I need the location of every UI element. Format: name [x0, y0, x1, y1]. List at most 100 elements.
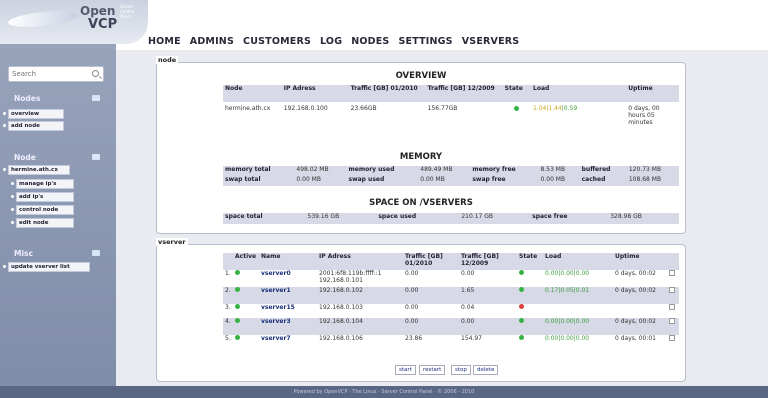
state-green-icon	[519, 335, 524, 340]
mem-value: 489.49 MB	[420, 166, 453, 173]
sidebar-item-overview[interactable]: overview	[8, 109, 64, 119]
search-input[interactable]	[9, 67, 85, 81]
menu-vservers[interactable]: VSERVERS	[462, 36, 520, 47]
col-active: Active	[235, 253, 257, 260]
row-ip: 192.168.0.106	[319, 335, 363, 342]
space-label: space free	[532, 213, 568, 220]
table-row[interactable]: 3. vserver15 192.168.0.103 0.00 0.04	[223, 304, 679, 318]
row-load: 0.00|0.00|0.00	[545, 335, 590, 342]
mem-value: 120.73 MB	[628, 166, 662, 173]
bullet-icon	[11, 182, 14, 185]
checkbox[interactable]	[669, 335, 675, 341]
row-load: 0.00|0.00|0.00	[545, 270, 590, 277]
logo[interactable]: Open VCP Server Control Panel	[0, 0, 148, 44]
col-state: State	[504, 85, 523, 92]
active-green-icon	[235, 318, 240, 323]
vserver-name-link[interactable]: vserver3	[259, 318, 317, 335]
menu-customers[interactable]: CUSTOMERS	[243, 36, 311, 47]
vserver-table: Active Name IP Adress Traffic [GB] 01/20…	[223, 253, 679, 352]
row-traffic-dec: 0.00	[461, 270, 475, 277]
bullet-icon	[3, 168, 6, 171]
sidebar-item-node-name[interactable]: hermine.ath.cx	[8, 165, 70, 175]
menu-nodes[interactable]: NODES	[351, 36, 389, 47]
active-green-icon	[235, 304, 240, 309]
sidebar-item-add-ips[interactable]: add ip's	[16, 192, 74, 202]
footer: Powered by OpenVCP · The Linux · Server …	[0, 386, 768, 398]
table-row[interactable]: 2. vserver1 192.168.0.102 0.00 1.65 0.17…	[223, 287, 679, 304]
memory-table: memory total 498.02 MB memory used 489.4…	[223, 166, 679, 186]
row-traffic-jan: 0.00	[405, 318, 419, 325]
row-index: 1.	[225, 270, 231, 277]
row-checkbox[interactable]	[667, 270, 679, 287]
checkbox[interactable]	[669, 287, 675, 293]
table-row[interactable]: 5. vserver7 192.168.0.106 23.86 154.97 0…	[223, 335, 679, 352]
sidebar-item-add-node[interactable]: add node	[8, 121, 64, 131]
load-a: 1.04	[533, 105, 547, 112]
start-button[interactable]: start	[395, 365, 416, 375]
row-traffic-dec: 0.00	[461, 318, 475, 325]
bullet-icon	[3, 112, 6, 115]
table-row[interactable]: 1. vserver0 2001:6f8:119b:ffff::1 192.16…	[223, 270, 679, 287]
overview-heading: OVERVIEW	[395, 71, 447, 81]
sidebar-item-manage-ips[interactable]: manage ip's	[16, 179, 74, 189]
row-index: 2.	[225, 287, 231, 294]
row-uptime: 0 days, 00:01	[615, 335, 656, 342]
vserver-panel-title: vserver	[156, 238, 188, 246]
bullet-icon	[11, 221, 14, 224]
checkbox[interactable]	[669, 304, 675, 310]
col-ip: IP Adress	[283, 85, 316, 92]
row-checkbox[interactable]	[667, 287, 679, 304]
sidebar-item-control-node[interactable]: control node	[16, 205, 74, 215]
menu-settings[interactable]: SETTINGS	[398, 36, 452, 47]
mem-value: 108.68 MB	[628, 176, 662, 183]
checkbox[interactable]	[669, 270, 675, 276]
col-traffic-dec: Traffic [GB] 12/2009	[461, 253, 499, 267]
row-checkbox[interactable]	[667, 318, 679, 335]
col-name: Name	[261, 253, 281, 260]
row-load	[543, 304, 613, 318]
space-value: 210.17 GB	[461, 213, 494, 220]
overview-table: Node IP Adress Traffic [GB] 01/2010 Traf…	[223, 85, 679, 140]
vserver-name-link[interactable]: vserver0	[259, 270, 317, 287]
active-green-icon	[235, 270, 240, 275]
memory-heading: MEMORY	[399, 152, 443, 162]
row-uptime: 0 days, 00:02	[615, 318, 656, 325]
row-checkbox[interactable]	[667, 304, 679, 318]
node-traffic-dec: 156.77GB	[427, 105, 458, 112]
restart-button[interactable]: restart	[419, 365, 446, 375]
node-load: 1.04|1.44|0.59	[531, 102, 626, 140]
search-box[interactable]	[8, 66, 104, 82]
delete-button[interactable]: delete	[473, 365, 499, 375]
space-heading: SPACE ON /VSERVERS	[369, 198, 473, 208]
node-state	[503, 102, 531, 140]
row-index: 5.	[225, 335, 231, 342]
search-icon[interactable]	[92, 70, 99, 77]
menu-admins[interactable]: ADMINS	[190, 36, 234, 47]
vserver-name-link[interactable]: vserver7	[259, 335, 317, 352]
col-traffic-jan: Traffic [GB] 01/2010	[405, 253, 443, 267]
vserver-name-link[interactable]: vserver1	[259, 287, 317, 304]
mem-label: swap free	[472, 176, 506, 183]
table-row[interactable]: 4. vserver3 192.168.0.104 0.00 0.00 0.00…	[223, 318, 679, 335]
state-red-icon	[519, 304, 524, 309]
checkbox[interactable]	[669, 318, 675, 324]
col-ip: IP Adress	[319, 253, 351, 260]
bullet-icon	[11, 195, 14, 198]
memory-row: memory total 498.02 MB memory used 489.4…	[223, 166, 679, 176]
active-green-icon	[235, 287, 240, 292]
sidebar-item-update-vserver-list[interactable]: update vserver list	[8, 262, 90, 272]
vserver-name-link[interactable]: vserver15	[259, 304, 317, 318]
node-uptime: 0 days, 00 hours 05 minutes	[628, 105, 660, 126]
col-load: Load	[533, 85, 550, 92]
sidebar-item-edit-node[interactable]: edit node	[16, 218, 74, 228]
col-index	[223, 253, 233, 270]
row-ip: 192.168.0.104	[319, 318, 363, 325]
menu-home[interactable]: HOME	[148, 36, 181, 47]
sidebar: Nodes overview add node Node hermine.ath…	[0, 0, 116, 398]
row-checkbox[interactable]	[667, 335, 679, 352]
logo-vcp: VCP	[88, 17, 118, 32]
menu-log[interactable]: LOG	[320, 36, 342, 47]
col-uptime: Uptime	[615, 253, 640, 260]
stop-button[interactable]: stop	[451, 365, 471, 375]
row-active	[233, 304, 259, 318]
